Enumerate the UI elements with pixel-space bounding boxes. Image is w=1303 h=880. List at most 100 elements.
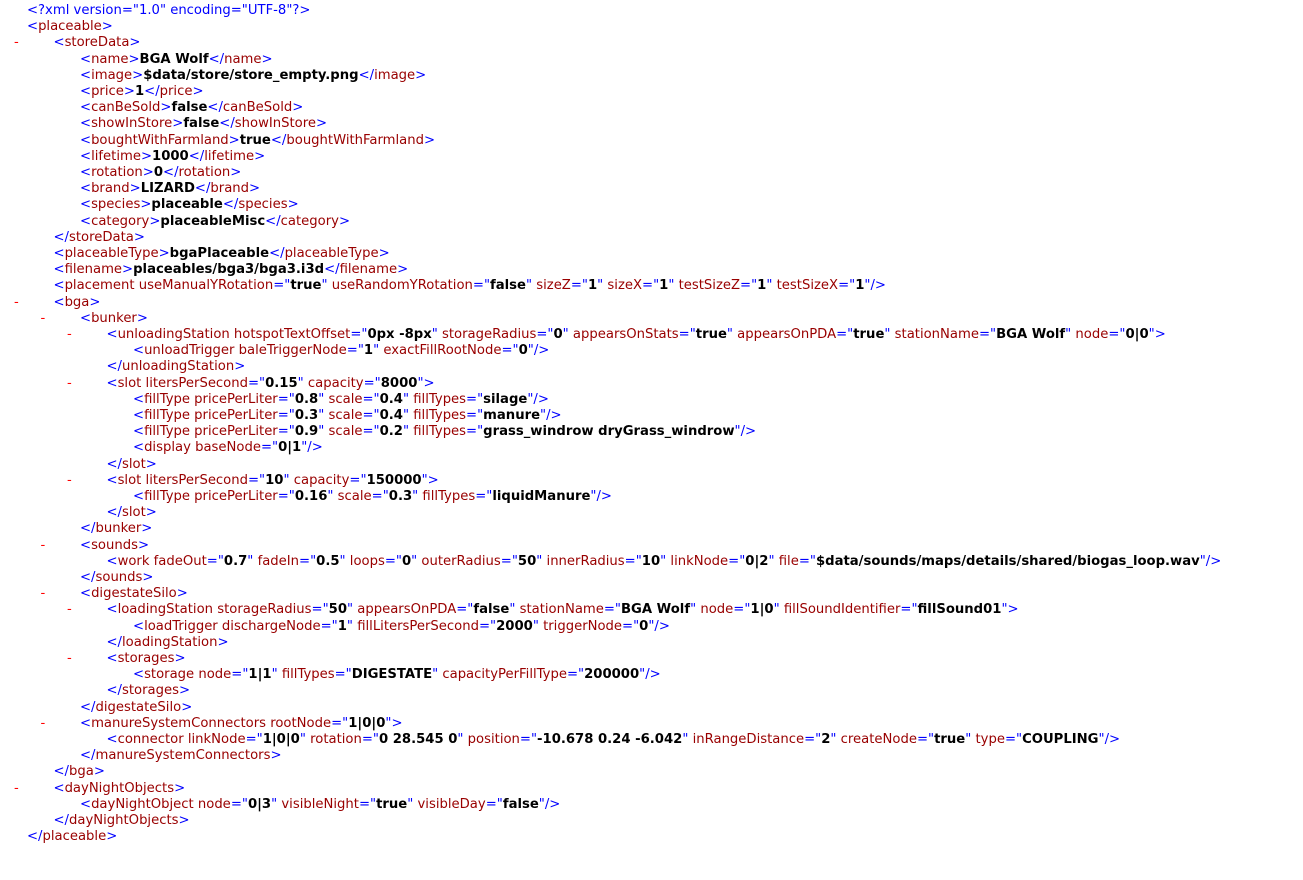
- markup: >: [133, 229, 145, 245]
- collapse-toggle[interactable]: -: [41, 716, 53, 732]
- tag-name: boughtWithFarmland: [91, 132, 229, 148]
- markup: ": [431, 327, 443, 342]
- value: false: [502, 796, 539, 812]
- tag-name: loadingStation: [122, 634, 218, 650]
- tag-name: scale: [328, 424, 363, 440]
- markup: <: [133, 440, 145, 456]
- collapse-toggle[interactable]: -: [41, 311, 53, 327]
- collapse-toggle[interactable]: -: [14, 781, 26, 797]
- markup: ": [773, 602, 784, 618]
- markup: <: [80, 213, 92, 229]
- markup: ": [432, 667, 443, 683]
- markup: </: [222, 197, 239, 213]
- markup: =": [570, 278, 588, 294]
- tag-name: visibleNight: [281, 796, 359, 812]
- markup: =": [466, 424, 484, 440]
- value: $data/store/store_empty.png: [143, 67, 359, 83]
- markup: </: [53, 229, 70, 245]
- xml-line: - <slot litersPerSecond="10" capacity="15…: [0, 473, 1303, 489]
- value: 0.9: [294, 424, 319, 440]
- markup: =": [536, 327, 554, 342]
- xml-line: <fillType pricePerLiter="0.3" scale="0.4…: [0, 408, 1303, 424]
- markup: <: [53, 35, 65, 51]
- markup: >: [142, 165, 154, 180]
- markup: =": [260, 440, 279, 456]
- collapse-toggle[interactable]: -: [14, 35, 26, 51]
- markup: >: [228, 132, 240, 148]
- markup: =": [230, 796, 248, 812]
- tag-name: stationName: [894, 327, 979, 342]
- collapse-toggle[interactable]: -: [67, 473, 79, 489]
- markup: ">: [1001, 602, 1019, 618]
- collapse-toggle[interactable]: -: [14, 295, 26, 311]
- tag-name: position: [467, 732, 520, 747]
- tag-name: appearsOnPDA: [737, 327, 837, 342]
- xml-line: <unloadTrigger baleTriggerNode="1" exact…: [0, 343, 1303, 359]
- tag-name: appearsOnPDA: [357, 602, 457, 618]
- markup: >: [141, 521, 153, 537]
- xml-line: <price>1</price>: [0, 84, 1303, 100]
- xml-line: <fillType pricePerLiter="0.8" scale="0.4…: [0, 392, 1303, 408]
- value: 0.3: [294, 408, 319, 423]
- tag-name: rotation: [178, 165, 231, 180]
- collapse-toggle[interactable]: -: [41, 538, 53, 554]
- markup: >: [181, 699, 193, 715]
- collapse-toggle[interactable]: -: [67, 651, 79, 667]
- markup: <: [133, 408, 145, 423]
- value: 10: [265, 472, 284, 488]
- value: COUPLING: [1022, 732, 1099, 747]
- markup: =": [349, 472, 367, 488]
- xml-line: - <bunker>: [0, 311, 1303, 327]
- tag-name: visibleDay: [417, 796, 486, 812]
- collapse-toggle[interactable]: -: [41, 586, 53, 602]
- markup: >: [132, 67, 144, 83]
- markup: ": [668, 278, 679, 294]
- markup: >: [270, 748, 282, 764]
- markup: >: [160, 100, 172, 116]
- value: 1: [337, 618, 347, 634]
- value: 0: [553, 327, 563, 342]
- markup: =": [466, 391, 484, 407]
- value: 0: [153, 165, 164, 180]
- collapse-toggle[interactable]: -: [67, 327, 79, 343]
- markup: <: [53, 780, 65, 796]
- markup: </: [163, 165, 179, 180]
- tag-name: digestateSilo: [95, 699, 182, 715]
- xml-line: </unloadingStation>: [0, 359, 1303, 375]
- markup: </: [80, 521, 96, 537]
- tag-name: testSizeX: [776, 278, 839, 294]
- tag-name: storeData: [64, 35, 130, 51]
- markup: <: [133, 489, 145, 504]
- markup: =": [206, 553, 224, 569]
- markup: </: [270, 132, 287, 148]
- markup: <: [133, 424, 145, 440]
- markup: =": [519, 732, 538, 747]
- tag-name: placeableType: [64, 246, 159, 261]
- xml-line: <brand>LIZARD</brand>: [0, 181, 1303, 197]
- value: false: [473, 602, 510, 618]
- markup: =": [804, 732, 822, 747]
- markup: ": [726, 327, 738, 342]
- value: placeables/bga3/bga3.i3d: [133, 262, 325, 278]
- xml-line: <lifetime>1000</lifetime>: [0, 149, 1303, 165]
- markup: >: [149, 213, 161, 229]
- markup: >: [145, 456, 157, 472]
- value: 0.3: [388, 489, 413, 504]
- markup: =": [334, 667, 352, 683]
- collapse-toggle[interactable]: -: [67, 376, 79, 392]
- collapse-toggle[interactable]: -: [67, 602, 79, 618]
- markup: >: [234, 359, 246, 375]
- markup: ": [411, 553, 422, 569]
- value: manure: [483, 408, 541, 423]
- markup: </: [194, 181, 211, 197]
- tag-name: storages: [117, 651, 175, 666]
- markup: =": [277, 408, 295, 423]
- value: 10: [641, 553, 661, 569]
- tag-name: triggerNode: [543, 618, 623, 634]
- tag-name: node: [700, 602, 734, 618]
- markup: =": [358, 796, 377, 812]
- markup: </: [53, 813, 70, 828]
- markup: </: [269, 246, 285, 261]
- markup: <: [106, 651, 118, 666]
- markup: =": [362, 391, 380, 407]
